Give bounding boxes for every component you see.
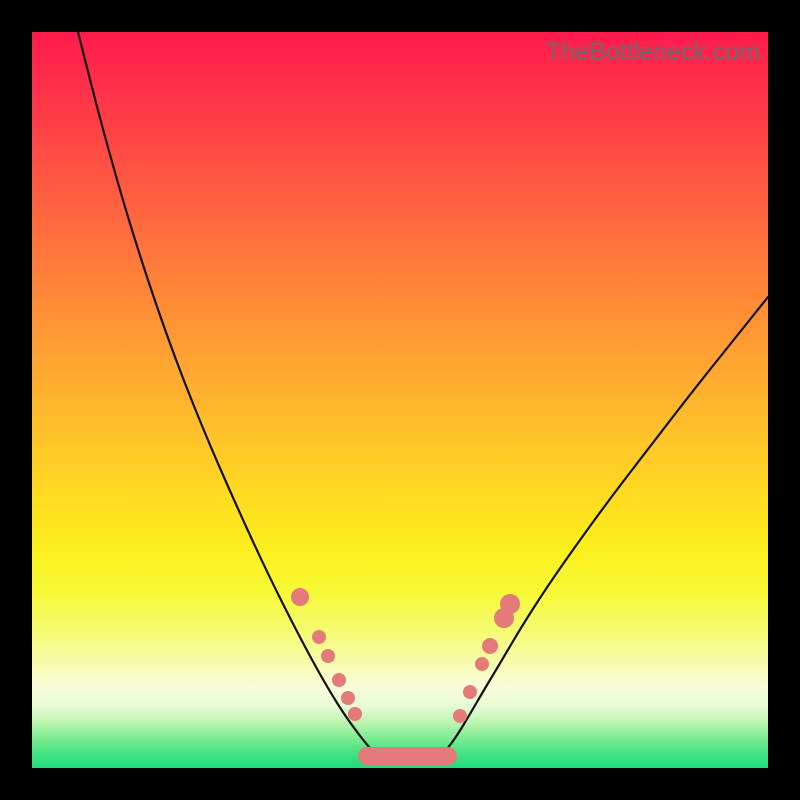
data-dot: [475, 657, 489, 671]
chart-svg: [32, 32, 768, 768]
curve-left: [78, 32, 377, 756]
plot-area: TheBottleneck.com: [32, 32, 768, 768]
curve-right: [440, 297, 768, 757]
data-dot: [482, 638, 498, 654]
data-dot: [463, 685, 477, 699]
data-dot: [494, 608, 514, 628]
data-dot: [291, 588, 309, 606]
data-dot: [321, 649, 335, 663]
data-dot: [348, 707, 362, 721]
data-dot: [453, 709, 467, 723]
data-dot: [332, 673, 346, 687]
dots-left-group: [291, 588, 362, 721]
data-dot: [312, 630, 326, 644]
chart-frame: TheBottleneck.com: [0, 0, 800, 800]
dots-right-group: [453, 594, 520, 723]
data-dot: [341, 691, 355, 705]
